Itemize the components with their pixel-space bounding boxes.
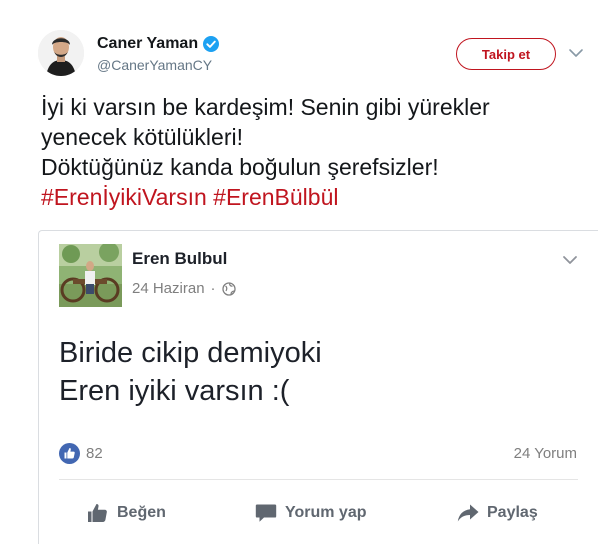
post-author-name[interactable]: Eren Bulbul bbox=[132, 249, 227, 269]
hashtag-link[interactable]: #ErenİyikiVarsın bbox=[41, 184, 207, 210]
like-button-label: Beğen bbox=[117, 504, 166, 521]
post-author-avatar[interactable] bbox=[59, 244, 122, 307]
chevron-down-icon[interactable] bbox=[567, 44, 585, 62]
hashtag-link[interactable]: #ErenBülbül bbox=[213, 184, 338, 210]
tweet-text-line: Döktüğünüz kanda boğulun şerefsizler! bbox=[41, 154, 439, 180]
post-text-line: Eren iyiki varsın :( bbox=[59, 375, 290, 407]
chevron-down-icon[interactable] bbox=[561, 253, 579, 267]
like-button[interactable]: Beğen bbox=[87, 503, 166, 523]
verified-badge-icon bbox=[203, 36, 220, 52]
author-name[interactable]: Caner Yaman bbox=[97, 35, 220, 53]
post-meta: 24 Haziran · bbox=[132, 280, 236, 297]
tweet-text-line: İyi ki varsın be kardeşim! Senin gibi yü… bbox=[41, 94, 490, 120]
comment-button-label: Yorum yap bbox=[285, 504, 367, 521]
comments-count[interactable]: 24 Yorum bbox=[514, 445, 577, 462]
reactions-summary[interactable]: 82 bbox=[59, 443, 103, 464]
share-button[interactable]: Paylaş bbox=[457, 503, 538, 523]
tweet-text: İyi ki varsın be kardeşim! Senin gibi yü… bbox=[41, 92, 586, 212]
meta-separator: · bbox=[210, 280, 216, 297]
share-icon bbox=[457, 504, 479, 522]
like-badge-icon bbox=[59, 443, 80, 464]
globe-icon bbox=[221, 281, 236, 296]
author-name-text[interactable]: Caner Yaman bbox=[97, 35, 198, 53]
author-handle[interactable]: @CanerYamanCY bbox=[97, 57, 212, 73]
comment-button[interactable]: Yorum yap bbox=[255, 503, 367, 523]
embedded-facebook-post[interactable]: Eren Bulbul 24 Haziran · Biride cikip de… bbox=[38, 230, 598, 544]
share-button-label: Paylaş bbox=[487, 504, 538, 521]
thumbs-up-icon bbox=[88, 504, 107, 522]
post-text: Biride cikip demiyoki Eren iyiki varsın … bbox=[59, 334, 322, 410]
hashtag-line: #ErenİyikiVarsın #ErenBülbül bbox=[41, 182, 586, 212]
tweet-text-line: yenecek kötülükleri! bbox=[41, 124, 243, 150]
author-avatar[interactable] bbox=[38, 30, 84, 76]
post-date[interactable]: 24 Haziran bbox=[132, 280, 205, 297]
follow-button[interactable]: Takip et bbox=[456, 38, 556, 70]
tweet-header: Caner Yaman @CanerYamanCY Takip et bbox=[0, 0, 600, 80]
like-count: 82 bbox=[86, 445, 103, 462]
post-text-line: Biride cikip demiyoki bbox=[59, 337, 322, 369]
comment-icon bbox=[255, 504, 277, 522]
divider bbox=[59, 479, 578, 480]
